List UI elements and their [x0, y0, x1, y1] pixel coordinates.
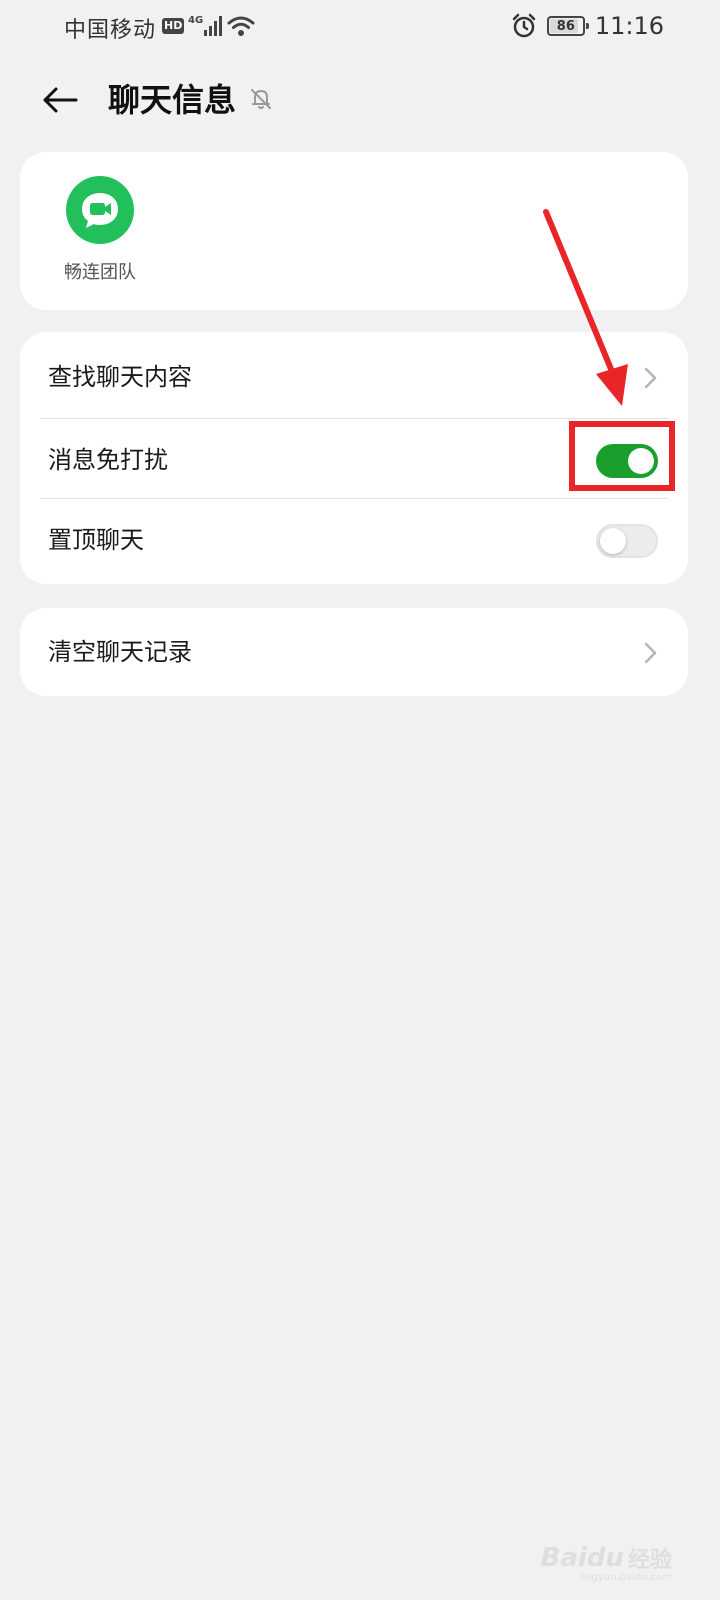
- hd-icon: HD: [162, 18, 185, 34]
- toggle-knob: [600, 528, 626, 554]
- back-arrow-icon: [43, 87, 78, 113]
- chevron-right-icon: [644, 642, 657, 664]
- watermark-sub: jingyan.baidu.com: [579, 1572, 672, 1583]
- clear-history-card: 清空聊天记录: [20, 608, 688, 696]
- signal-icon: 4G: [188, 15, 223, 36]
- clear-history-label: 清空聊天记录: [48, 638, 192, 666]
- status-time: 11:16: [594, 12, 664, 40]
- pin-chat-label: 置顶聊天: [48, 526, 144, 554]
- pin-chat-row: 置顶聊天: [20, 499, 688, 581]
- video-chat-icon: [82, 193, 118, 228]
- alarm-icon: [512, 13, 536, 38]
- do-not-disturb-label: 消息免打扰: [48, 446, 168, 474]
- page-header: 聊天信息: [0, 62, 720, 138]
- battery-icon: 86: [546, 16, 589, 36]
- wifi-icon: [227, 16, 255, 36]
- network-indicators: HD 4G: [162, 12, 256, 40]
- carrier-name: 中国移动: [64, 18, 157, 43]
- find-chat-content-label: 查找聊天内容: [48, 363, 192, 391]
- chevron-right-icon: [644, 367, 657, 389]
- muted-bell-icon: [251, 89, 271, 109]
- watermark-text: 经验: [627, 1548, 672, 1573]
- network-type-label: 4G: [188, 15, 203, 26]
- battery-level: 86: [556, 18, 575, 34]
- page-title: 聊天信息: [108, 81, 237, 119]
- back-button[interactable]: [38, 80, 82, 120]
- chat-info-screen: 中国移动 HD 4G 86 11:16 聊天信息 畅连团队 查找聊天内容 消息免…: [0, 0, 720, 1600]
- pin-chat-toggle[interactable]: [596, 524, 658, 558]
- annotation-arrow: [543, 209, 628, 406]
- watermark: Baidu 经验 jingyan.baidu.com: [540, 1542, 672, 1583]
- annotation-highlight-box: [569, 421, 675, 491]
- member-item[interactable]: 畅连团队: [60, 176, 140, 284]
- status-right: 86 11:16: [511, 10, 664, 42]
- member-name: 畅连团队: [64, 262, 136, 283]
- avatar: [66, 176, 134, 244]
- status-bar: 中国移动 HD 4G 86 11:16: [0, 0, 720, 52]
- clear-history-row[interactable]: 清空聊天记录: [20, 608, 688, 696]
- watermark-logo: Baidu: [540, 1543, 624, 1573]
